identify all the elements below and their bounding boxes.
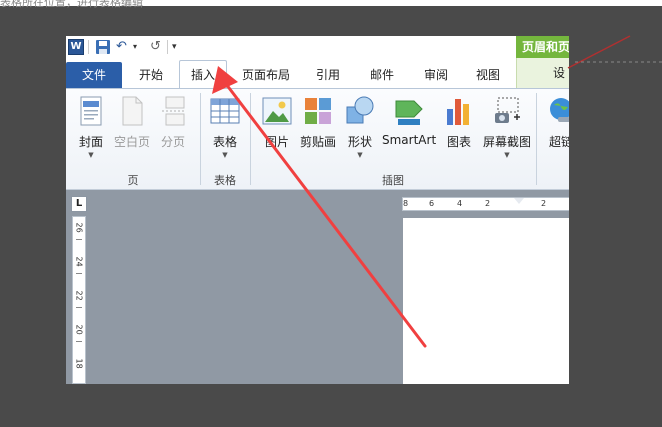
ruler-tick <box>76 239 82 240</box>
chevron-down-icon: ▼ <box>88 151 94 159</box>
qat-divider <box>167 40 168 54</box>
vertical-ruler[interactable]: 26 24 22 20 18 <box>72 216 86 384</box>
group-label-pages: 页 <box>127 174 139 187</box>
ribbon-tabs: 文件 开始 插入 页面布局 引用 邮件 审阅 视图 设计 <box>66 58 569 110</box>
cropped-caption: 表格所在位置，进行表格编辑 <box>0 0 143 9</box>
shapes-icon <box>345 95 375 127</box>
blank-page-icon <box>117 95 147 127</box>
tab-stop-selector[interactable]: L <box>71 196 87 212</box>
tab-page-layout[interactable]: 页面布局 <box>234 64 298 88</box>
ruler-number: 2 <box>541 199 547 208</box>
ruler-number: 20 <box>74 324 84 335</box>
tab-file[interactable]: 文件 <box>66 62 122 88</box>
shapes-label: 形状 <box>347 135 372 149</box>
tab-insert[interactable]: 插入 <box>179 60 227 89</box>
table-label: 表格 <box>212 135 237 149</box>
ruler-tick <box>76 341 82 342</box>
ruler-number: 8 <box>403 199 409 208</box>
hyperlink-label: 超链 <box>548 135 569 149</box>
tab-home[interactable]: 开始 <box>128 64 174 88</box>
bar-chart-icon <box>444 95 474 127</box>
page-break-label: 分页 <box>160 135 185 149</box>
word-window: W ↶ ▾ ↺ ▾ 页眉和页 文件 开始 插入 页面布局 引用 邮件 审阅 视图… <box>66 36 569 384</box>
qat-divider <box>88 40 89 54</box>
tab-view[interactable]: 视图 <box>468 64 508 88</box>
ruler-number: 2 <box>485 199 491 208</box>
ruler-tick <box>76 273 82 274</box>
undo-dropdown-icon[interactable]: ▾ <box>133 39 149 55</box>
cover-page-button[interactable]: 封面 ▼ <box>70 95 112 165</box>
chart-button[interactable]: 图表 <box>438 95 480 165</box>
ruler-number: 24 <box>74 256 84 267</box>
smartart-button[interactable]: SmartArt <box>382 95 436 165</box>
customize-qat-icon[interactable]: ▾ <box>172 39 188 55</box>
group-label-tables: 表格 <box>214 174 236 187</box>
ruler-number: 6 <box>429 199 435 208</box>
ribbon-insert: 封面 ▼ 空白页 分页 页 表格 ▼ 表格 图片 剪贴画 形状 ▼ SmartA… <box>66 88 569 190</box>
chart-label: 图表 <box>446 135 471 149</box>
ruler-number: 4 <box>457 199 463 208</box>
hyperlink-button[interactable]: 超链 <box>540 95 569 165</box>
quick-access-toolbar: W ↶ ▾ ↺ ▾ <box>66 36 569 58</box>
cover-page-icon <box>76 95 106 127</box>
screenshot-icon <box>492 95 522 127</box>
watermark-blur <box>420 340 540 360</box>
screenshot-button[interactable]: 屏幕截图 ▼ <box>483 95 531 165</box>
group-label-illustrations: 插图 <box>382 174 404 187</box>
smartart-label: SmartArt <box>382 133 437 147</box>
clip-art-button[interactable]: 剪贴画 <box>297 95 339 165</box>
ruler-number: 18 <box>74 358 84 369</box>
picture-button[interactable]: 图片 <box>256 95 298 165</box>
undo-icon[interactable]: ↶ <box>116 39 132 55</box>
tab-mailings[interactable]: 邮件 <box>362 64 402 88</box>
chevron-down-icon: ▼ <box>504 151 510 159</box>
chevron-down-icon: ▼ <box>222 151 228 159</box>
indent-marker[interactable] <box>514 198 524 204</box>
save-icon[interactable] <box>95 39 111 55</box>
clip-art-icon <box>303 95 333 127</box>
tab-design[interactable]: 设计 <box>516 58 569 110</box>
chevron-down-icon: ▼ <box>357 151 363 159</box>
table-button[interactable]: 表格 ▼ <box>204 95 246 165</box>
page-break-icon <box>158 95 188 127</box>
page-break-button[interactable]: 分页 <box>152 95 194 165</box>
blank-page-button[interactable]: 空白页 <box>111 95 153 165</box>
shapes-button[interactable]: 形状 ▼ <box>339 95 381 165</box>
ruler-number: 26 <box>74 222 84 233</box>
ruler-number: 22 <box>74 290 84 301</box>
globe-link-icon <box>546 95 569 127</box>
contextual-tab-header: 页眉和页 <box>516 36 569 58</box>
horizontal-ruler[interactable]: 8 6 4 2 2 <box>402 197 569 211</box>
redo-icon[interactable]: ↺ <box>150 39 166 55</box>
tab-references[interactable]: 引用 <box>308 64 348 88</box>
tab-review[interactable]: 审阅 <box>416 64 456 88</box>
table-icon <box>210 95 240 127</box>
picture-icon <box>262 95 292 127</box>
background-strip: 表格所在位置，进行表格编辑 <box>0 0 662 9</box>
ruler-tick <box>76 307 82 308</box>
word-logo-icon[interactable]: W <box>68 39 84 55</box>
screenshot-label: 屏幕截图 <box>482 135 531 149</box>
smartart-icon <box>394 95 424 127</box>
